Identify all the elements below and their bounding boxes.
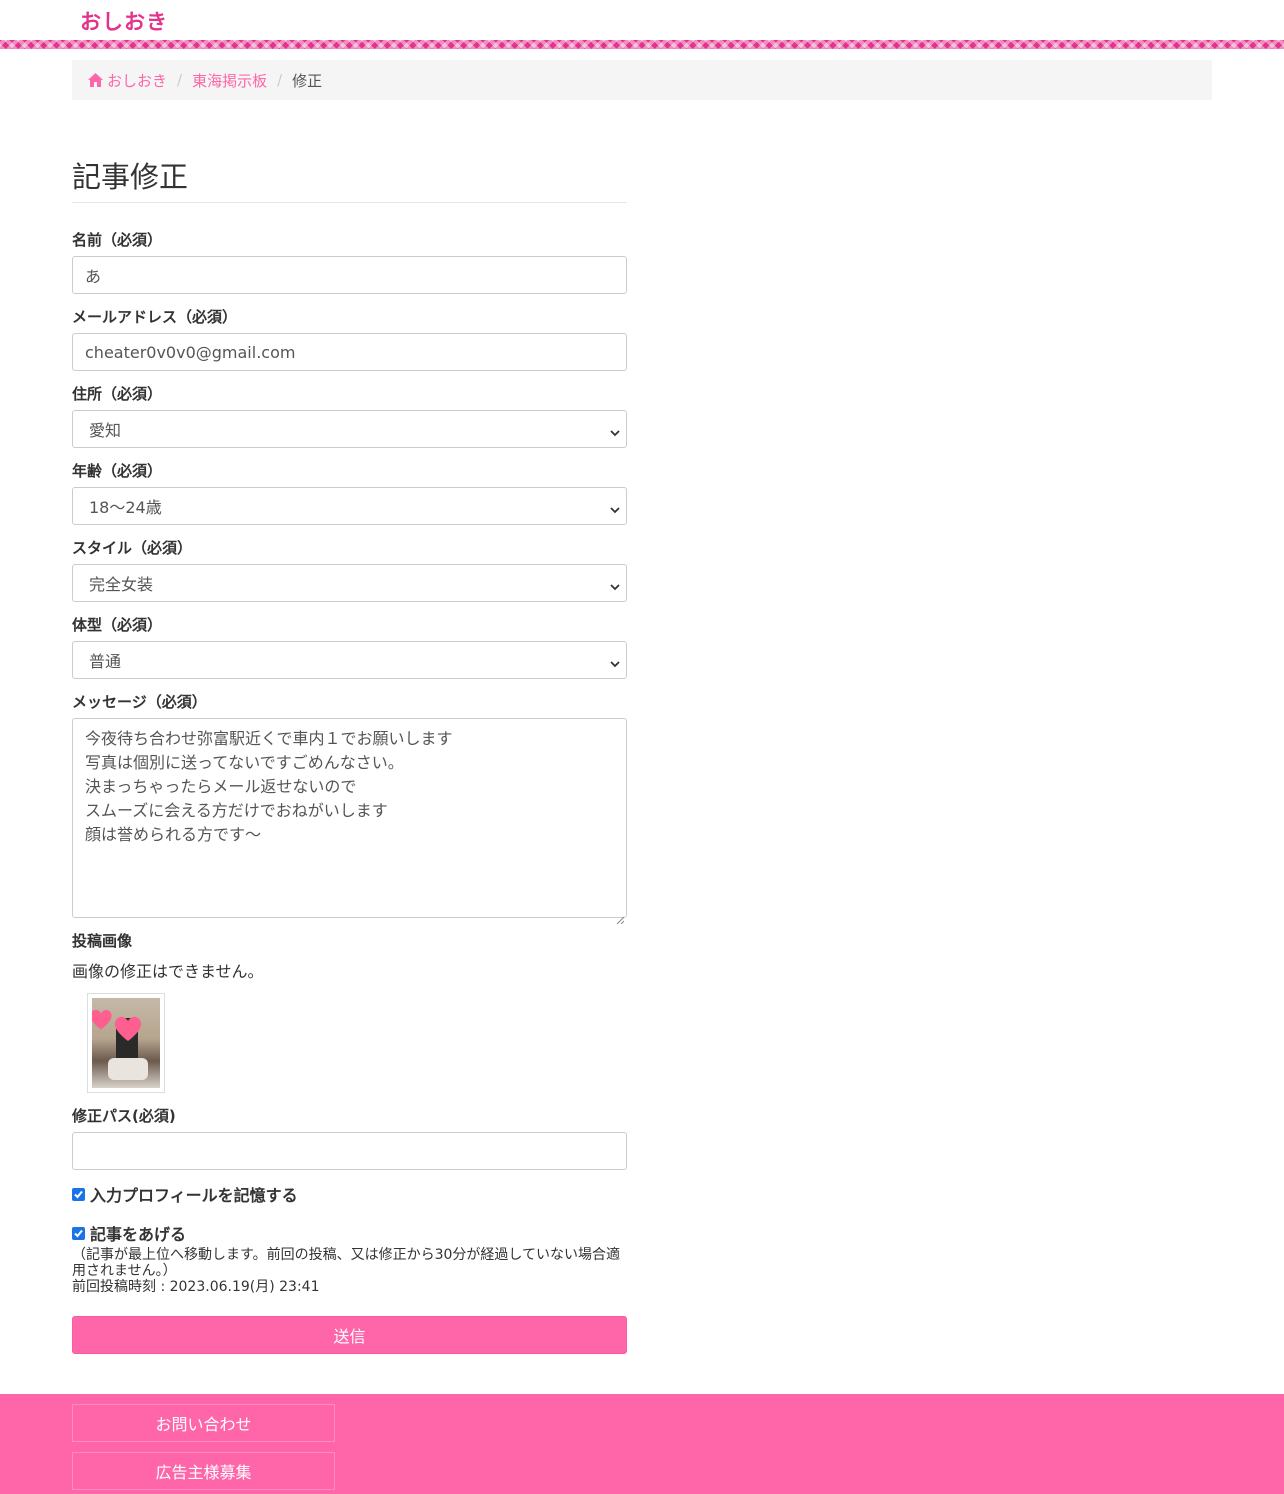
age-select-value: 18〜24歳 [89, 498, 162, 517]
breadcrumb-separator: / [277, 71, 283, 89]
post-image [92, 998, 160, 1088]
style-select-value: 完全女装 [89, 575, 154, 594]
submit-button[interactable]: 送信 [72, 1316, 627, 1354]
password-field[interactable] [72, 1132, 627, 1170]
advertise-link[interactable]: 広告主様募集 [72, 1452, 335, 1490]
address-select-value: 愛知 [89, 421, 122, 440]
chevron-down-icon [610, 654, 620, 668]
chevron-down-icon [610, 423, 620, 437]
style-select[interactable]: 完全女装 [72, 564, 627, 602]
breadcrumb: おしおき / 東海掲示板 / 修正 [72, 60, 1212, 100]
bump-note: （記事が最上位へ移動します。前回の投稿、又は修正から30分が経過していない場合適… [72, 1247, 620, 1279]
heart-icon [114, 1016, 142, 1041]
home-icon [87, 72, 104, 88]
divider [72, 202, 627, 203]
name-label: 名前（必須） [72, 231, 163, 249]
breadcrumb-separator: / [177, 71, 183, 89]
message-textarea[interactable]: 今夜待ち合わせ弥富駅近くで車内１でお願いします 写真は個別に送ってないですごめん… [72, 718, 627, 925]
bump-checkbox[interactable] [72, 1226, 85, 1240]
remember-checkbox[interactable] [72, 1187, 85, 1201]
last-post-time: 前回投稿時刻 : 2023.06.19(月) 23:41 [72, 1279, 320, 1295]
name-field[interactable]: あ [72, 256, 627, 294]
remember-profile-row[interactable]: 入力プロフィールを記憶する [72, 1182, 298, 1206]
remember-label: 入力プロフィールを記憶する [90, 1186, 298, 1205]
check-icon [74, 1229, 83, 1237]
address-select[interactable]: 愛知 [72, 410, 627, 448]
message-line: 今夜待ち合わせ弥富駅近くで車内１でお願いします [85, 729, 453, 748]
decorative-stripe [0, 40, 1284, 49]
breadcrumb-home[interactable]: おしおき [87, 70, 167, 91]
contact-link[interactable]: お問い合わせ [72, 1404, 335, 1442]
image-note: 画像の修正はできません。 [72, 962, 264, 981]
address-label: 住所（必須） [72, 385, 163, 403]
resize-grip-icon[interactable] [616, 907, 625, 925]
top-bar: おしおき [0, 0, 1284, 40]
style-label: スタイル（必須） [72, 539, 193, 557]
message-line: スムーズに会える方だけでおねがいします [85, 801, 388, 820]
site-logo[interactable]: おしおき [80, 6, 168, 36]
body-type-select[interactable]: 普通 [72, 641, 627, 679]
age-label: 年齢（必須） [72, 462, 163, 480]
message-line: 決まっちゃったらメール返せないので [85, 777, 357, 796]
bump-note-block: （記事が最上位へ移動します。前回の投稿、又は修正から30分が経過していない場合適… [72, 1247, 627, 1295]
breadcrumb-board[interactable]: 東海掲示板 [192, 70, 267, 91]
post-image-thumbnail [87, 993, 165, 1093]
photo-detail [108, 1058, 148, 1080]
breadcrumb-home-label: おしおき [107, 71, 168, 90]
password-label: 修正パス(必須) [72, 1107, 176, 1125]
email-label: メールアドレス（必須） [72, 308, 238, 326]
message-label: メッセージ（必須） [72, 693, 207, 711]
heart-icon [92, 1009, 112, 1030]
bump-label: 記事をあげる [90, 1225, 187, 1244]
image-label: 投稿画像 [72, 932, 133, 950]
bump-post-row[interactable]: 記事をあげる [72, 1221, 186, 1245]
chevron-down-icon [610, 577, 620, 591]
check-icon [74, 1190, 83, 1198]
chevron-down-icon [610, 500, 620, 514]
footer: お問い合わせ 広告主様募集 [0, 1394, 1284, 1494]
email-field[interactable]: cheater0v0v0@gmail.com [72, 333, 627, 371]
breadcrumb-current: 修正 [292, 71, 323, 90]
age-select[interactable]: 18〜24歳 [72, 487, 627, 525]
body-type-select-value: 普通 [89, 652, 122, 671]
body-type-label: 体型（必須） [72, 616, 163, 634]
message-line: 顔は誉められる方です〜 [85, 825, 262, 844]
message-line: 写真は個別に送ってないですごめんなさい。 [85, 753, 404, 772]
page-title: 記事修正 [72, 160, 189, 194]
